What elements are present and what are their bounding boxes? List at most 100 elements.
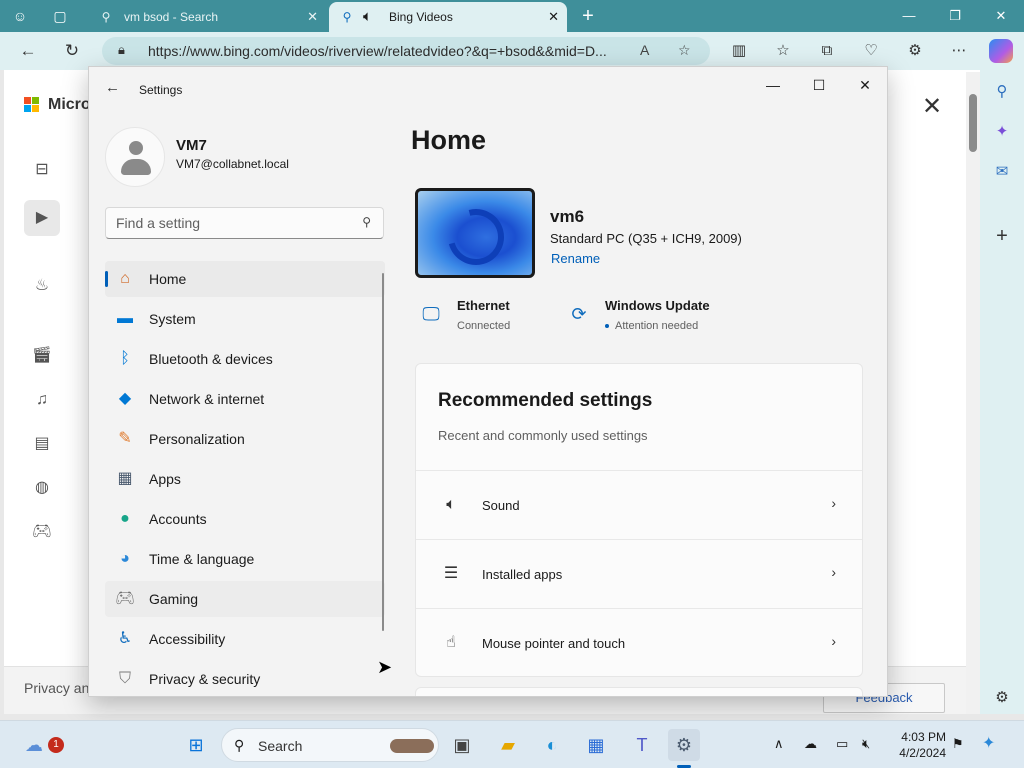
show-hidden-icons-chevron-icon[interactable]: ∧ [774,736,784,752]
nav-scrollbar[interactable] [382,273,384,631]
browser-essentials-icon[interactable]: ♡ [860,41,882,61]
settings-gear-icon[interactable]: ⚙ [990,686,1014,710]
onedrive-icon[interactable]: ☁ [804,736,817,752]
ethernet-title: Ethernet [457,298,510,313]
sidebar-item-label: Accounts [149,511,207,527]
sidebar-item-privacy[interactable]: ⛉ Privacy & security [105,661,385,696]
tab-actions-icon[interactable]: ▢ [50,6,70,26]
tab-close-icon[interactable]: ✕ [548,2,559,32]
read-aloud-icon[interactable]: A [640,42,649,58]
search-input[interactable] [106,208,336,238]
privacy-link[interactable]: Privacy an [24,680,89,696]
copilot-icon[interactable] [989,39,1013,63]
news-icon[interactable]: ▤ [24,426,60,462]
selection-indicator [105,271,108,287]
refresh-icon[interactable]: ↻ [60,40,84,62]
sidebar-item-gaming[interactable]: 🎮︎ Gaming [105,581,385,617]
url-text[interactable]: https://www.bing.com/videos/riverview/re… [148,43,607,59]
lock-icon[interactable]: 🔒︎ [118,42,125,58]
tab-vm-bsod-search[interactable]: ⚲ vm bsod - Search ✕ [88,2,326,32]
next-card-edge [415,687,863,696]
recommended-subtitle: Recent and commonly used settings [438,428,648,443]
extensions-icon[interactable]: ⚙ [904,41,926,61]
close-icon[interactable]: ✕ [922,92,942,121]
copilot-preview-icon[interactable]: ✦ [982,733,995,753]
edge-sidebar: ⚲ ✦ ✉ + ⚙ [980,70,1024,714]
avatar[interactable] [105,127,165,187]
sidebar-item-label: Gaming [149,591,199,607]
speaker-icon: 🔈︎ [446,496,456,513]
recommended-item-label: Mouse pointer and touch [482,636,626,651]
system-clock[interactable]: 4:03 PM 4/2/2024 [890,729,946,761]
weather-widget-icon[interactable]: ☁ 1 [18,729,64,761]
more-menu-icon[interactable]: ⋯ [948,41,970,61]
movies-icon[interactable]: 🎬︎ [24,338,60,374]
close-icon[interactable]: ✕ [978,0,1024,32]
sidebar-item-apps[interactable]: ▦ Apps [105,461,385,497]
notification-badge: 1 [48,737,64,753]
display-icon[interactable]: ▭ [836,736,848,752]
expand-panel-icon[interactable]: ⊟ [24,152,60,188]
taskbar-search[interactable]: ⚲ Search [221,728,439,762]
add-icon[interactable]: + [990,224,1014,248]
search-icon: ⚲ [101,10,111,24]
rename-link[interactable]: Rename [551,251,600,266]
sidebar-item-accessibility[interactable]: ♿︎ Accessibility [105,621,385,657]
list-icon: ☰ [443,565,459,582]
sidebar-item-time-language[interactable]: ◕ Time & language [105,541,385,577]
split-screen-icon[interactable]: ▥ [728,41,750,61]
gaming-icon[interactable]: 🎮︎ [24,514,60,550]
profile-avatar-icon[interactable]: ☺ [10,6,30,26]
new-tab-icon[interactable]: + [578,6,598,26]
trending-flame-icon[interactable]: ♨ [24,268,60,304]
back-icon[interactable]: ← [105,79,120,96]
settings-window: ← Settings — ☐ ✕ VM7 VM7@collabnet.local… [88,66,888,697]
sidebar-item-accounts[interactable]: ● Accounts [105,501,385,537]
sidebar-item-home[interactable]: ⌂ Home [105,261,385,297]
volume-muted-icon[interactable]: 🔇︎ [862,736,870,752]
restore-icon[interactable]: ❐ [932,0,978,32]
teams-icon[interactable]: T [626,729,658,761]
sports-icon[interactable]: ◍ [24,470,60,506]
store-icon[interactable]: ▦ [580,729,612,761]
outlook-icon[interactable]: ✉ [990,160,1014,184]
speaker-icon[interactable]: 🔈︎ [363,2,372,32]
recommended-item-mouse-pointer[interactable]: ☝ Mouse pointer and touch › [416,608,862,676]
maximize-icon[interactable]: ☐ [796,71,842,99]
scrollbar-thumb[interactable] [969,94,977,152]
recommended-item-installed-apps[interactable]: ☰ Installed apps › [416,539,862,607]
close-icon[interactable]: ✕ [842,71,887,99]
music-icon[interactable]: ♫ [24,382,60,418]
page-scrollbar[interactable] [966,72,980,714]
settings-search-box[interactable]: ⚲ [105,207,384,239]
browser-tab-bar: ☺ ▢ ⚲ vm bsod - Search ✕ ⚲ 🔈︎ Bing Video… [0,0,1024,32]
clock-time: 4:03 PM [901,730,946,744]
search-icon[interactable]: ⚲ [990,80,1014,104]
brush-icon: ✎ [118,430,132,447]
back-icon[interactable]: ← [16,40,40,62]
copilot-sidebar-icon[interactable]: ✦ [990,120,1014,144]
start-windows-icon[interactable]: ⊞ [180,729,212,761]
task-view-icon[interactable]: ▣ [446,729,478,761]
address-bar[interactable]: 🔒︎ https://www.bing.com/videos/riverview… [102,37,710,65]
collections-icon[interactable]: ⧉ [816,41,838,61]
sidebar-item-network[interactable]: ◆ Network & internet [105,381,385,417]
sidebar-item-personalization[interactable]: ✎ Personalization [105,421,385,457]
recommended-item-label: Installed apps [482,567,563,582]
tab-close-icon[interactable]: ✕ [307,2,318,32]
search-icon: ⚲ [342,10,352,24]
favorites-icon[interactable]: ☆ [772,41,794,61]
sidebar-item-bluetooth[interactable]: ᛒ Bluetooth & devices [105,341,385,377]
favorite-star-icon[interactable]: ☆ [678,42,691,59]
search-icon: ⚲ [362,215,371,229]
video-icon[interactable]: ▶ [24,200,60,236]
tab-bing-videos[interactable]: ⚲ 🔈︎ Bing Videos ✕ [329,2,567,32]
edge-browser-icon[interactable]: ◐ [536,729,568,761]
minimize-icon[interactable]: — [886,0,932,32]
minimize-icon[interactable]: — [750,71,796,99]
recommended-item-sound[interactable]: 🔈︎ Sound › [416,470,862,538]
sidebar-item-system[interactable]: ▬ System [105,301,385,337]
notifications-icon[interactable]: ⚑ [952,736,964,752]
settings-app-icon[interactable]: ⚙ [668,729,700,761]
file-explorer-icon[interactable]: ▰ [492,729,524,761]
